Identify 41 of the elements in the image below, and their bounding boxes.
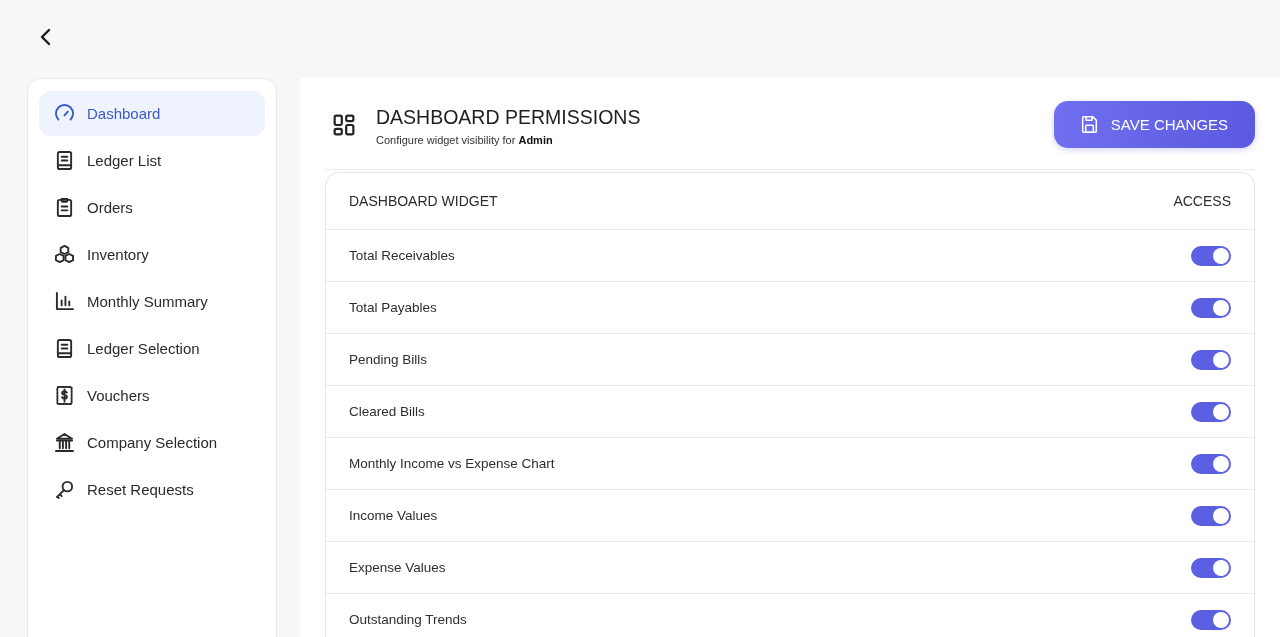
bar-chart-icon [55,292,74,311]
page-subtitle: Configure widget visibility for Admin [376,134,554,147]
widget-name: Income Values [349,508,438,523]
notebook-icon [55,151,74,170]
column-header: DASHBOARD WIDGET [349,193,498,209]
widget-name: Total Payables [349,300,437,315]
gauge-icon [55,104,74,123]
notebook-icon [55,339,74,358]
page-title: DASHBOARD PERMISSIONS [376,106,641,128]
sidebar-item[interactable]: Dashboard [39,91,265,136]
sidebar-item[interactable]: Reset Requests [39,467,265,512]
grid-icon [333,113,355,136]
sidebar-item[interactable]: Company Selection [39,420,265,465]
widget-name: Expense Values [349,560,446,575]
toggle-switch[interactable] [1191,609,1231,630]
widget-name: Total Receivables [349,248,455,263]
sidebar-item[interactable]: Ledger Selection [39,326,265,371]
toggle-switch[interactable] [1191,557,1231,578]
toggle-switch[interactable] [1191,245,1231,266]
widget-name: Outstanding Trends [349,612,467,627]
sidebar-item[interactable]: Vouchers [39,373,265,418]
toggle-switch[interactable] [1191,505,1231,526]
widget-name: Cleared Bills [349,404,425,419]
toggle-switch[interactable] [1191,349,1231,370]
sidebar-item[interactable]: Ledger List [39,138,265,183]
widget-name: Monthly Income vs Expense Chart [349,456,555,471]
sidebar-item[interactable]: Inventory [39,232,265,277]
sidebar-item[interactable]: Orders [39,185,265,230]
dollar-receipt-icon [55,386,74,405]
save-icon [1080,116,1098,133]
sidebar-item[interactable]: Monthly Summary [39,279,265,324]
toggle-switch[interactable] [1191,453,1231,474]
key-icon [55,480,74,499]
toggle-switch[interactable] [1191,401,1231,422]
clipboard-icon [55,198,74,217]
boxes-icon [55,245,74,264]
column-header: ACCESS [1173,193,1231,209]
widget-name: Pending Bills [349,352,428,367]
toggle-switch[interactable] [1191,297,1231,318]
bank-icon [55,433,74,452]
save-button[interactable]: SAVE CHANGES [1054,101,1255,148]
